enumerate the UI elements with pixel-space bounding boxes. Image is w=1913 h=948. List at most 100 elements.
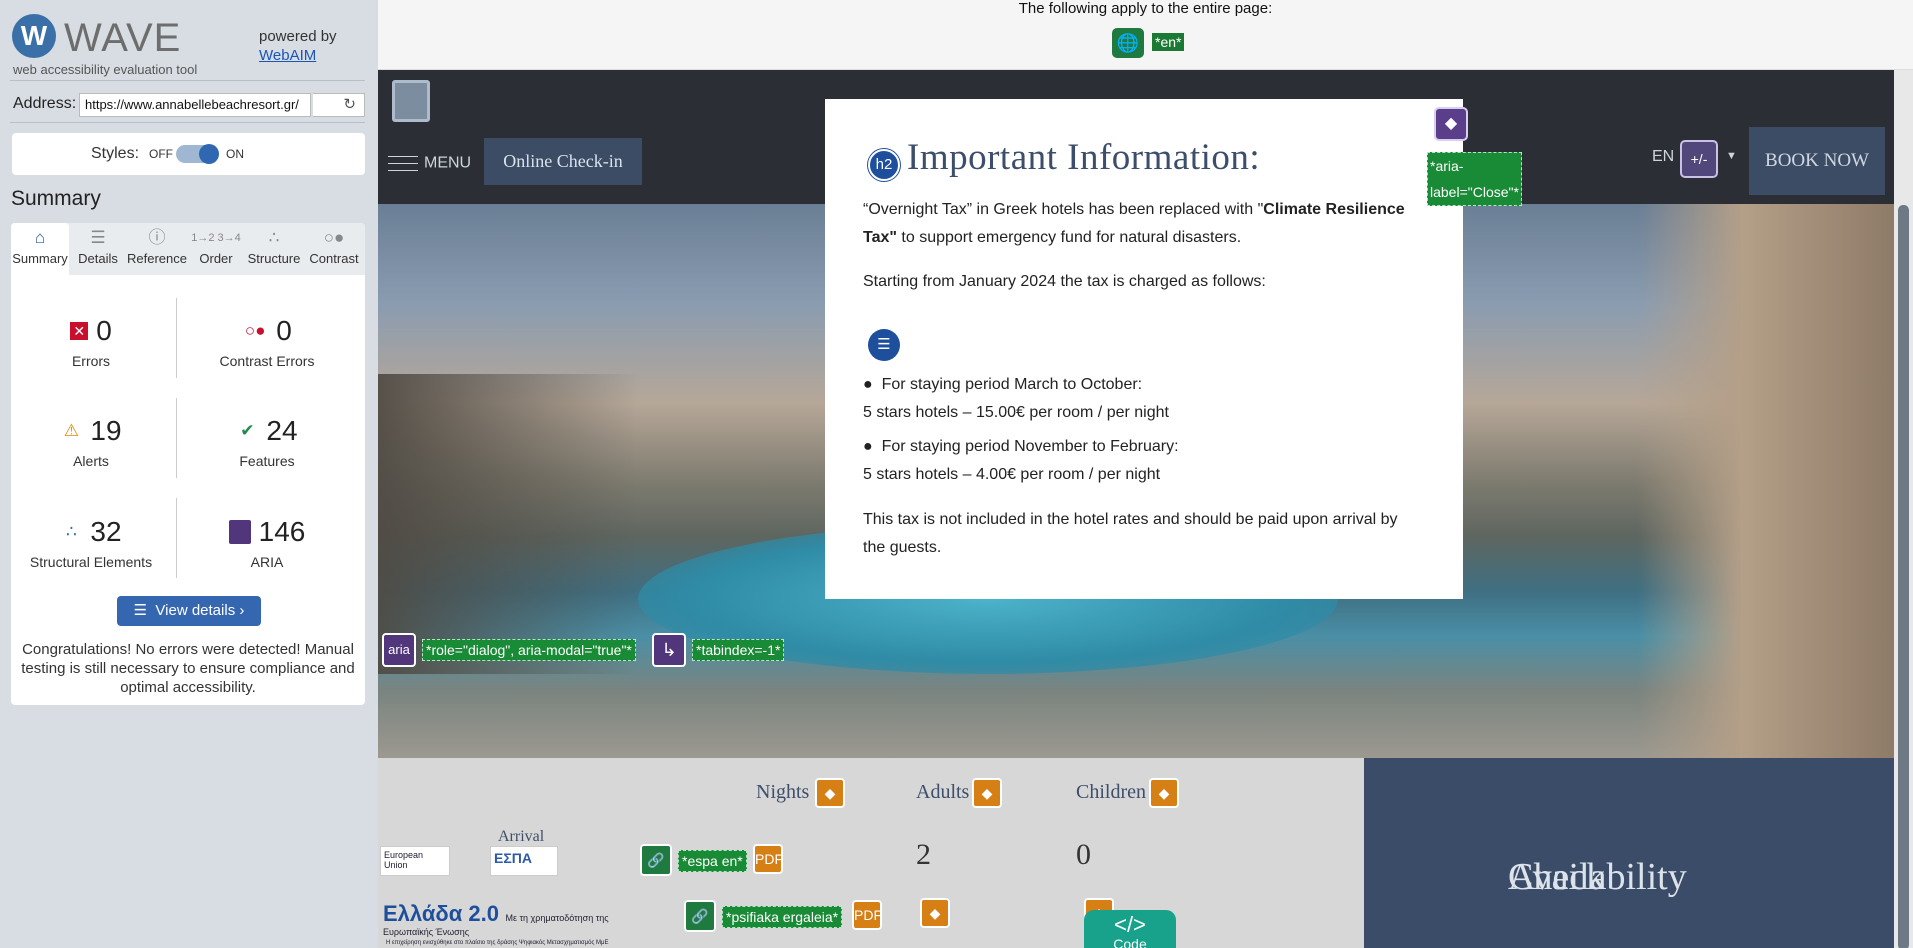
styles-off-label: OFF (149, 147, 173, 161)
tab-summary[interactable]: ⌂ Summary (11, 223, 69, 275)
code-label: Code (1113, 936, 1147, 948)
adults-value[interactable]: 2 (916, 838, 931, 872)
wave-name: WAVE (64, 16, 182, 60)
summary-heading: Summary (11, 187, 101, 210)
alert-icon[interactable]: ◆ (815, 778, 845, 808)
tab-label: Structure (247, 251, 301, 266)
paragraph-text: to support emergency fund for natural di… (896, 229, 1242, 246)
contrast-icon: ○● (323, 228, 345, 247)
congrats-message: Congratulations! No errors were detected… (21, 641, 355, 696)
page-scrollbar[interactable] (1894, 70, 1913, 948)
screen: W WAVE web accessibility evaluation tool… (0, 0, 1913, 948)
stat-errors[interactable]: ✕ 0 Errors (11, 315, 171, 369)
list-icon[interactable]: ☰ (868, 329, 900, 361)
stat-features[interactable]: ✔ 24 Features (187, 415, 347, 469)
page-level-text: The following apply to the entire page: (1018, 0, 1273, 17)
styles-label: Styles: (91, 145, 140, 162)
bottom-funding-text: Η επιχείρηση ενισχύθηκε στο πλαίσιο της … (386, 940, 609, 946)
tab-structure[interactable]: ∴ Structure (245, 223, 303, 275)
contrast-errors-count: 0 (276, 315, 292, 346)
divider (10, 122, 365, 123)
errors-count: 0 (96, 315, 112, 346)
close-tag-line: label="Close"* (1430, 184, 1519, 200)
toggle-knob (199, 144, 219, 164)
code-toggle-button[interactable]: </> Code (1084, 910, 1176, 948)
tab-label: Order (199, 251, 233, 266)
tab-details[interactable]: ☰ Details (69, 223, 127, 275)
powered-by: powered by WebAIM (259, 27, 337, 65)
info-icon: ⓘ (148, 228, 166, 247)
structure-icon: ∴ (268, 228, 280, 247)
refresh-icon[interactable]: ↻ (313, 93, 365, 117)
list-item: ● For staying period March to October: (863, 376, 1143, 393)
tab-label: Details (78, 251, 118, 266)
webaim-link[interactable]: WebAIM (259, 47, 316, 64)
styles-on-label: ON (226, 147, 244, 161)
wave-brand: W WAVE web accessibility evaluation tool (10, 10, 210, 77)
link-icon[interactable]: 🔗 (684, 900, 716, 932)
dialog-paragraph-2: Starting from January 2024 the tax is ch… (863, 273, 1266, 290)
contrast-errors-label: Contrast Errors (219, 353, 315, 369)
check-icon: ✔ (240, 421, 255, 440)
order-icon: 1→2 3→4 (191, 232, 241, 244)
tabindex-icon[interactable]: ↳ (652, 633, 686, 667)
list-item-detail: 5 stars hotels – 4.00€ per room / per ni… (863, 466, 1161, 483)
powered-by-text: powered by (259, 28, 337, 45)
accessibility-icon[interactable]: +/- (1680, 140, 1718, 178)
h2-icon[interactable]: h2 (868, 149, 900, 181)
online-checkin-button[interactable]: Online Check-in (484, 138, 642, 185)
view-details-button[interactable]: ☰ View details › (117, 596, 261, 626)
paragraph-text: “Overnight Tax” in Greek hotels has been… (863, 201, 1264, 218)
link-icon[interactable]: 🔗 (640, 844, 672, 876)
nights-label: Nights (756, 781, 810, 803)
check-availability-panel[interactable]: Check Availability (1364, 758, 1894, 948)
code-icon: </> (1114, 912, 1146, 937)
list-item: ● For staying period November to Februar… (863, 438, 1179, 455)
menu-button[interactable]: MENU (388, 150, 471, 177)
adults-label: Adults (916, 781, 970, 803)
dialog-paragraph-3: This tax is not included in the hotel ra… (863, 511, 1398, 556)
summary-panel: ⌂ Summary ☰ Details ⓘ Reference 1→2 3→4 … (11, 223, 365, 705)
pdf-alert-icon[interactable]: PDF (852, 900, 882, 930)
language-selector[interactable]: EN (1652, 148, 1674, 166)
children-value[interactable]: 0 (1076, 838, 1091, 872)
alert-icon[interactable]: ◆ (920, 898, 950, 928)
aria-icon[interactable]: aria (382, 633, 416, 667)
aria-icon (228, 520, 251, 544)
structural-count: 32 (90, 516, 122, 547)
stat-contrast-errors[interactable]: ○● 0 Contrast Errors (187, 315, 347, 369)
stat-structural[interactable]: ∴ 32 Structural Elements (11, 516, 171, 570)
tab-contrast[interactable]: ○● Contrast (303, 223, 365, 275)
tag-icon[interactable]: ◆ (1434, 107, 1468, 141)
globe-icon[interactable]: 🌐 (1112, 28, 1144, 58)
aria-count: 146 (258, 516, 306, 547)
check-line: Availability (1508, 856, 1687, 898)
alert-icon[interactable]: ◆ (1149, 778, 1179, 808)
address-input[interactable]: https://www.annabellebeachresort.gr/ (79, 93, 311, 117)
alert-icon[interactable]: ◆ (972, 778, 1002, 808)
espa-logo: ΕΣΠΑ (490, 846, 558, 876)
scrollbar-thumb[interactable] (1898, 205, 1909, 948)
stat-alerts[interactable]: ⚠ 19 Alerts (11, 415, 171, 469)
wave-logo-icon: W (12, 14, 56, 58)
list-icon: ☰ (133, 602, 156, 619)
alerts-count: 19 (90, 415, 122, 446)
tab-label: Reference (127, 251, 187, 266)
ellada-logo: Ελλάδα 2.0 Με τη χρηματοδότηση της Ευρωπ… (380, 898, 620, 940)
styles-toggle[interactable] (176, 144, 219, 164)
wave-tagline: web accessibility evaluation tool (13, 62, 198, 77)
psifiaka-tag: *psifiaka ergaleia* (722, 906, 843, 928)
important-info-dialog: ◆ h2 Important Information: “Overnight T… (825, 99, 1468, 599)
structural-label: Structural Elements (29, 554, 153, 570)
chevron-down-icon[interactable]: ▼ (1726, 150, 1737, 162)
dialog-title: Important Information: (907, 137, 1261, 178)
site-logo-icon[interactable] (392, 80, 430, 122)
stat-aria[interactable]: 146 ARIA (187, 516, 347, 570)
features-count: 24 (266, 415, 298, 446)
tab-reference[interactable]: ⓘ Reference (127, 223, 187, 275)
page-level-bar: The following apply to the entire page: … (378, 0, 1913, 70)
tab-order[interactable]: 1→2 3→4 Order (187, 223, 245, 275)
pdf-alert-icon[interactable]: PDF (753, 844, 783, 874)
errors-label: Errors (71, 353, 111, 369)
book-now-button[interactable]: BOOK NOW (1749, 127, 1885, 195)
